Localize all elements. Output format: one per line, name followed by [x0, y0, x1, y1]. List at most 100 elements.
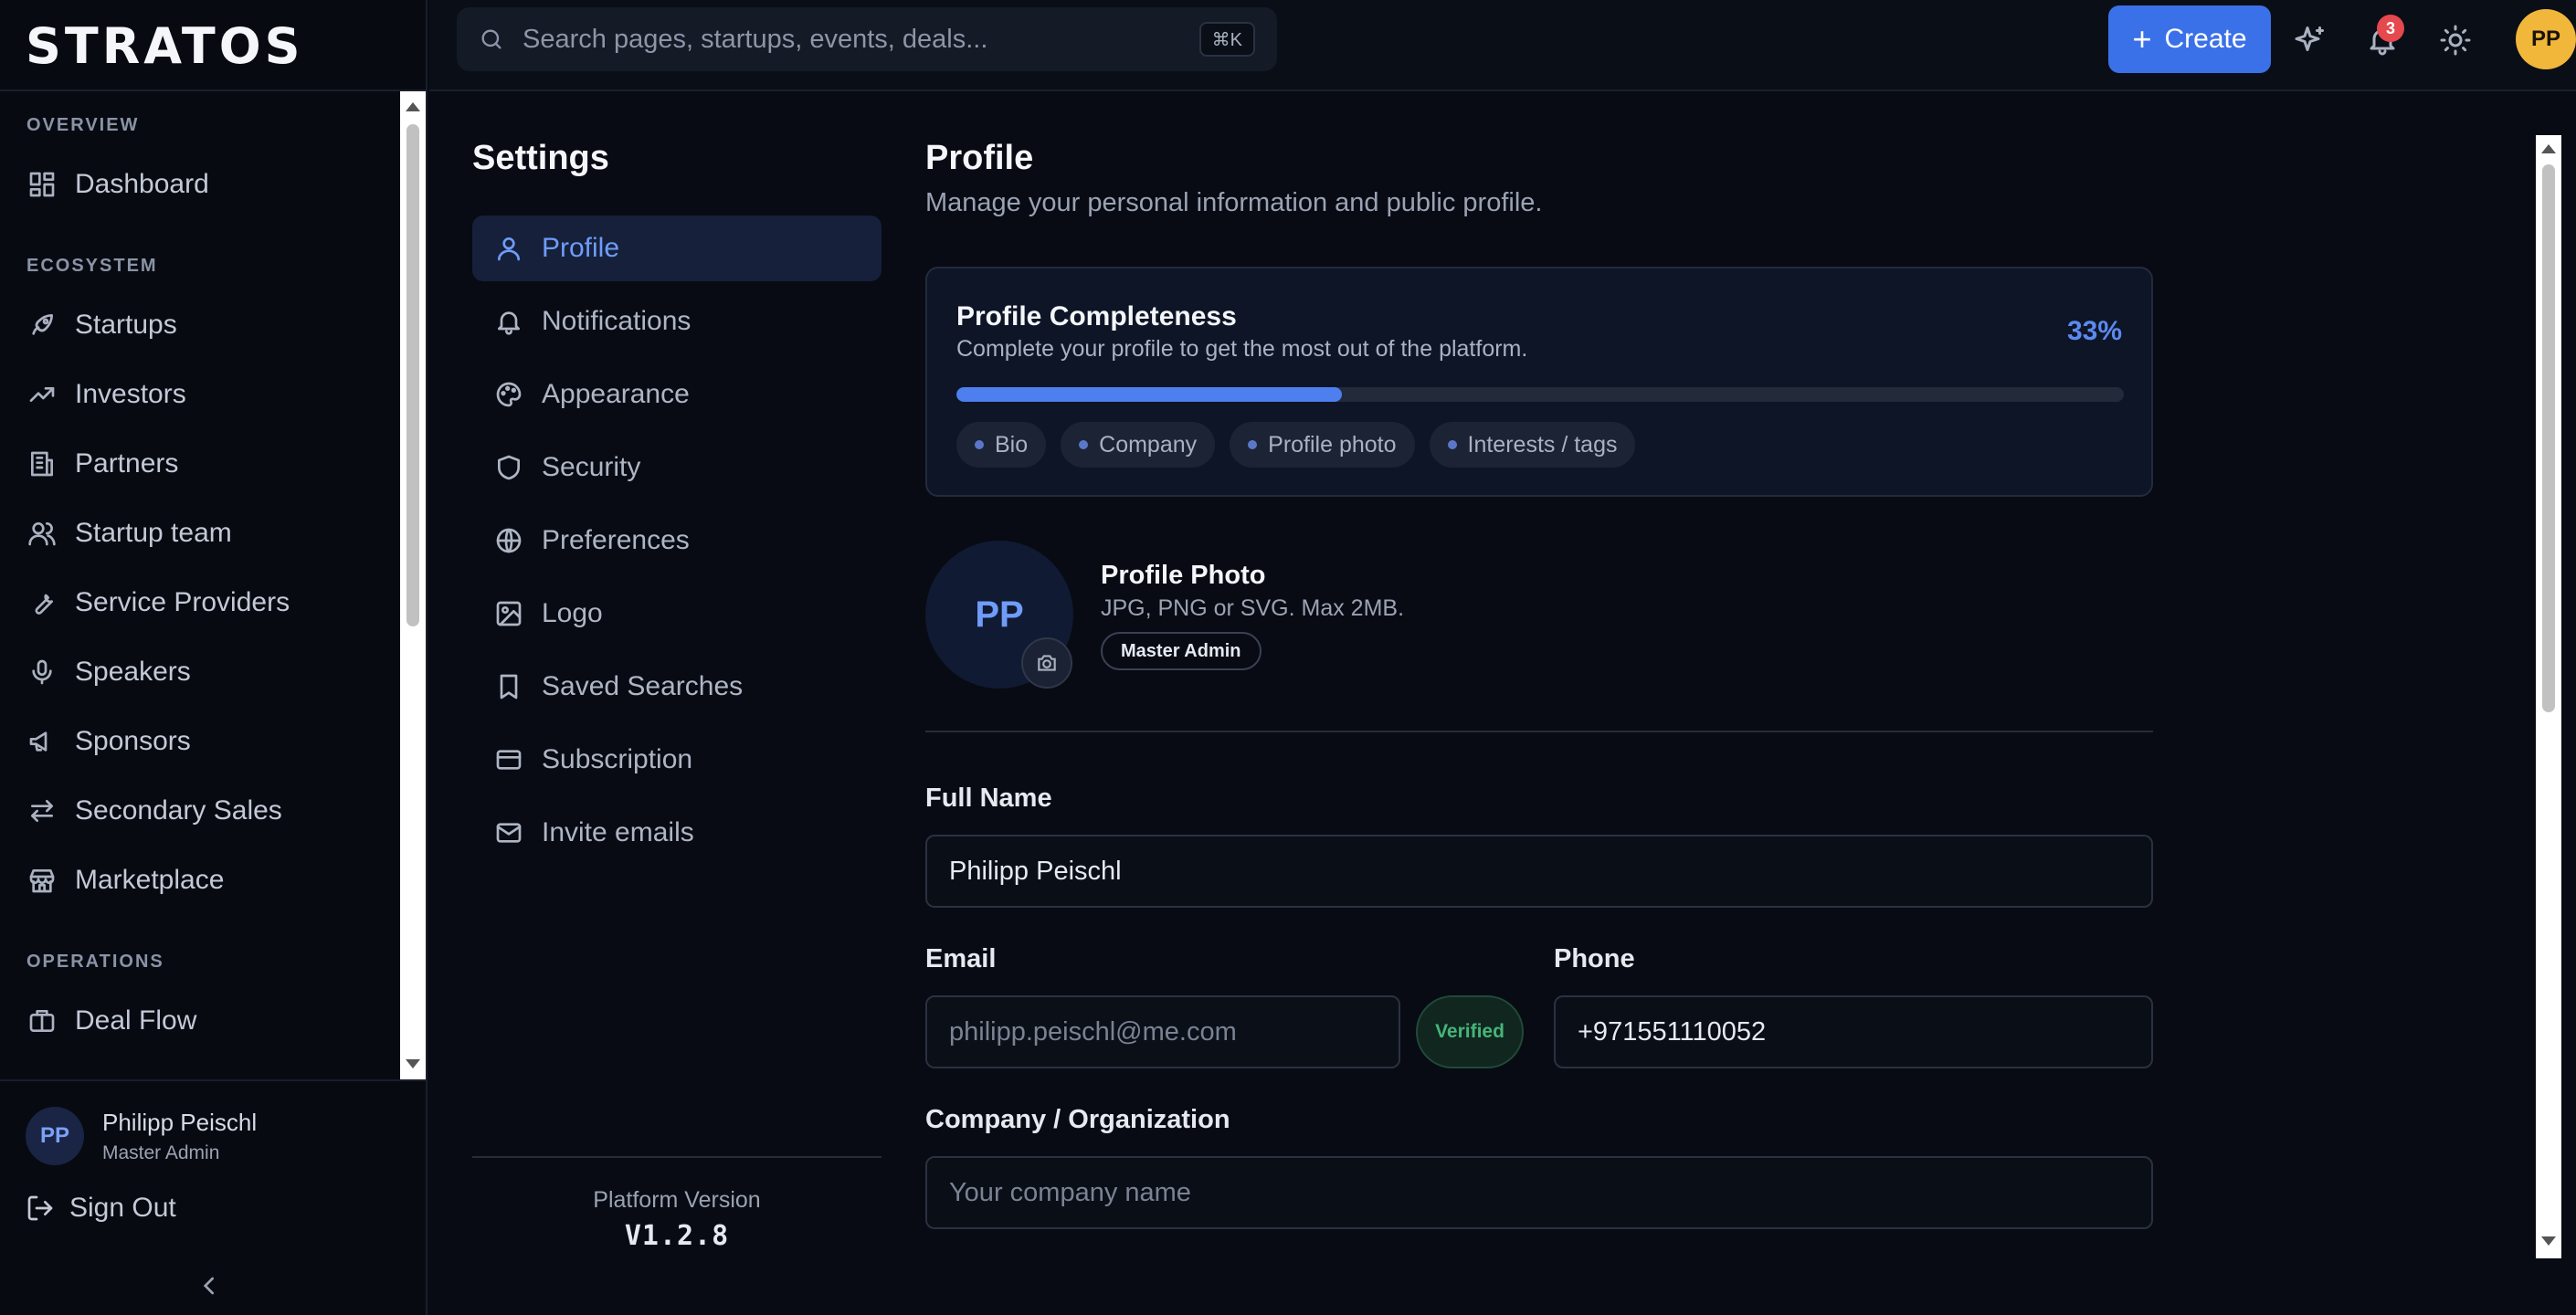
- upload-photo-button[interactable]: [1021, 637, 1072, 689]
- sidebar-item-marketplace[interactable]: Marketplace: [16, 851, 391, 910]
- missing-chip-company[interactable]: Company: [1061, 422, 1216, 468]
- sidebar-item-secondary-sales[interactable]: Secondary Sales: [16, 782, 391, 840]
- swap-arrows-icon: [27, 796, 57, 826]
- sun-icon: [2440, 25, 2471, 56]
- credit-card-icon: [494, 745, 523, 774]
- completeness-percent: 33%: [2066, 316, 2122, 346]
- completeness-title: Profile Completeness: [956, 301, 1237, 331]
- main-scrollbar[interactable]: [2536, 135, 2561, 1258]
- settings-tab-appearance[interactable]: Appearance: [472, 362, 882, 427]
- settings-tab-notifications[interactable]: Notifications: [472, 289, 882, 354]
- company-label: Company / Organization: [925, 1105, 1230, 1134]
- phone-input[interactable]: +971551110052: [1554, 995, 2153, 1068]
- scroll-down-arrow-icon[interactable]: [406, 1059, 420, 1068]
- settings-tab-invite-emails[interactable]: Invite emails: [472, 800, 882, 866]
- sidebar-item-label: Partners: [75, 448, 179, 479]
- full-name-input[interactable]: Philipp Peischl: [925, 835, 2153, 908]
- sidebar-item-dashboard[interactable]: Dashboard: [16, 155, 391, 214]
- sparkles-icon: [2295, 26, 2324, 51]
- sidebar-item-startups[interactable]: Startups: [16, 296, 391, 354]
- scrollbar-thumb[interactable]: [406, 124, 419, 626]
- missing-items-list: Bio Company Profile photo Interests / ta…: [956, 422, 1636, 468]
- sidebar-item-speakers[interactable]: Speakers: [16, 643, 391, 701]
- sidebar-item-label: Speakers: [75, 657, 191, 687]
- role-badge: Master Admin: [1101, 632, 1262, 670]
- missing-chip-interests[interactable]: Interests / tags: [1429, 422, 1636, 468]
- sidebar-item-sponsors[interactable]: Sponsors: [16, 712, 391, 771]
- mail-icon: [494, 818, 523, 847]
- sidebar-item-partners[interactable]: Partners: [16, 435, 391, 493]
- search-icon: [479, 26, 504, 52]
- settings-tab-preferences[interactable]: Preferences: [472, 508, 882, 573]
- scrollbar-thumb[interactable]: [2542, 164, 2555, 712]
- sidebar-item-service-providers[interactable]: Service Providers: [16, 573, 391, 632]
- topbar: Search pages, startups, events, deals...…: [429, 0, 2576, 89]
- dashboard-icon: [27, 170, 57, 199]
- company-input[interactable]: Your company name: [925, 1156, 2153, 1229]
- email-label: Email: [925, 944, 997, 973]
- completeness-progress-fill: [956, 387, 1342, 402]
- scroll-up-arrow-icon[interactable]: [406, 102, 420, 111]
- wrench-icon: [27, 588, 57, 617]
- building-icon: [27, 449, 57, 479]
- create-label: Create: [2164, 24, 2247, 54]
- settings-tab-saved-searches[interactable]: Saved Searches: [472, 654, 882, 720]
- scroll-up-arrow-icon[interactable]: [2541, 144, 2556, 153]
- chip-label: Company: [1099, 431, 1198, 458]
- sidebar-scrollbar[interactable]: [400, 91, 426, 1079]
- dot-icon: [975, 440, 984, 449]
- sidebar-item-deal-flow[interactable]: Deal Flow: [16, 992, 391, 1050]
- logout-icon: [26, 1194, 55, 1223]
- sidebar-item-label: Investors: [75, 379, 186, 409]
- dot-icon: [1248, 440, 1258, 449]
- image-icon: [494, 599, 523, 628]
- sidebar: STRATOS OVERVIEW Dashboard ECOSYSTEM Sta…: [0, 0, 428, 1315]
- theme-toggle-button[interactable]: [2439, 24, 2472, 57]
- search-placeholder: Search pages, startups, events, deals...: [523, 24, 988, 54]
- sidebar-item-label: Sponsors: [75, 726, 191, 756]
- completeness-progress-bar: [956, 387, 2124, 402]
- profile-photo-hint: JPG, PNG or SVG. Max 2MB.: [1101, 595, 1405, 621]
- divider: [925, 731, 2153, 732]
- sidebar-item-startup-team[interactable]: Startup team: [16, 504, 391, 563]
- collapse-sidebar-button[interactable]: [195, 1271, 225, 1300]
- missing-chip-profile-photo[interactable]: Profile photo: [1230, 422, 1415, 468]
- user-avatar-button[interactable]: PP: [2516, 9, 2576, 69]
- divider: [0, 1079, 428, 1081]
- platform-version-value: V1.2.8: [624, 1220, 730, 1252]
- sidebar-item-investors[interactable]: Investors: [16, 365, 391, 424]
- page-title: Profile: [925, 139, 1034, 177]
- camera-icon: [1038, 655, 1056, 671]
- dot-icon: [1079, 440, 1089, 449]
- settings-tab-label: Subscription: [542, 744, 693, 774]
- sidebar-item-label: Marketplace: [75, 865, 225, 895]
- phone-label: Phone: [1554, 944, 1635, 973]
- sign-out-button[interactable]: Sign Out: [26, 1193, 176, 1224]
- user-icon: [494, 234, 523, 263]
- settings-tab-logo[interactable]: Logo: [472, 581, 882, 647]
- users-icon: [27, 519, 57, 548]
- ai-sparkles-button[interactable]: [2294, 24, 2327, 57]
- settings-tab-security[interactable]: Security: [472, 435, 882, 500]
- settings-tab-profile[interactable]: Profile: [472, 216, 882, 281]
- user-chip[interactable]: PP Philipp Peischl Master Admin: [26, 1107, 257, 1165]
- megaphone-icon: [27, 727, 57, 756]
- chip-label: Bio: [995, 431, 1029, 458]
- profile-completeness-card: Profile Completeness Complete your profi…: [925, 267, 2153, 497]
- brand-logo[interactable]: STRATOS: [26, 13, 304, 79]
- sidebar-item-label: Dashboard: [75, 169, 209, 199]
- full-name-label: Full Name: [925, 784, 1052, 813]
- search-input[interactable]: Search pages, startups, events, deals...…: [457, 7, 1277, 71]
- missing-chip-bio[interactable]: Bio: [956, 422, 1047, 468]
- create-button[interactable]: + Create: [2108, 5, 2271, 73]
- divider: [429, 89, 2576, 91]
- settings-tab-subscription[interactable]: Subscription: [472, 727, 882, 793]
- settings-tab-label: Profile: [542, 233, 620, 263]
- email-input[interactable]: philipp.peischl@me.com: [925, 995, 1400, 1068]
- settings-tab-label: Invite emails: [542, 817, 694, 847]
- nav-section-operations: OPERATIONS: [26, 952, 164, 972]
- shield-icon: [494, 453, 523, 482]
- briefcase-icon: [27, 1006, 57, 1036]
- scroll-down-arrow-icon[interactable]: [2541, 1236, 2556, 1246]
- rocket-icon: [27, 310, 57, 340]
